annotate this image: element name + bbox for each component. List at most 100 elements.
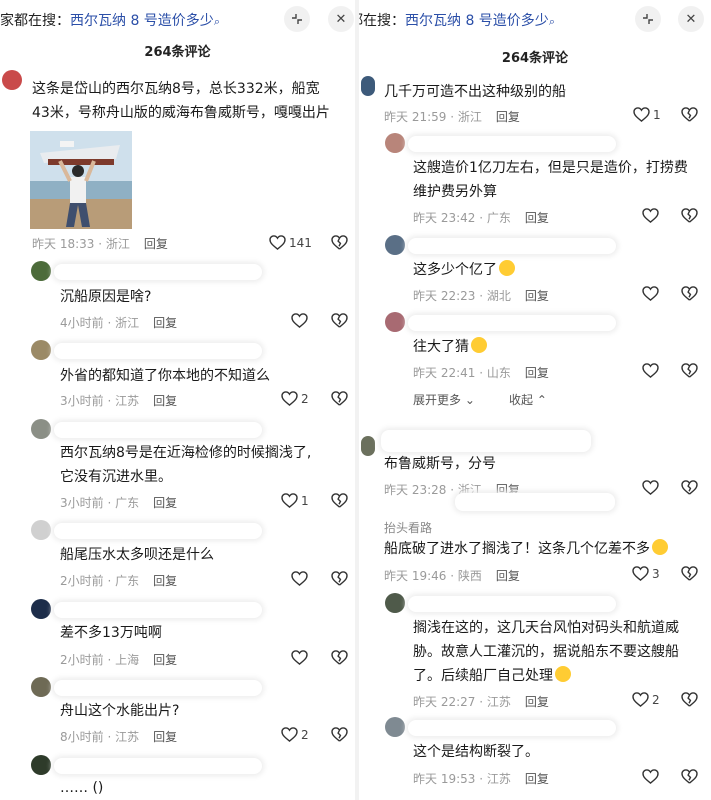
reply-button[interactable]: 回复 — [153, 653, 177, 667]
avatar[interactable] — [385, 593, 405, 613]
avatar[interactable] — [361, 76, 375, 96]
expand-more-button[interactable]: 展开更多 ⌄ — [413, 391, 475, 408]
username-redacted — [455, 493, 615, 511]
heart-icon — [642, 208, 659, 223]
avatar[interactable] — [385, 717, 405, 737]
search-suggestion[interactable]: 家都在搜：西尔瓦纳 8 号造价多少⌕ — [359, 10, 555, 30]
avatar[interactable] — [31, 261, 51, 281]
like-button[interactable]: 3 — [632, 566, 660, 581]
reply-button[interactable]: 回复 — [525, 772, 549, 786]
avatar[interactable] — [31, 520, 51, 540]
reply-button[interactable]: 回复 — [153, 730, 177, 744]
comment-count: 264条评论 — [144, 45, 211, 60]
search-keyword[interactable]: 西尔瓦纳 8 号造价多少 — [70, 13, 214, 29]
username-redacted — [381, 430, 591, 452]
chevron-down-icon: ⌄ — [464, 393, 475, 407]
comment-time: 3小时前 · 广东 — [60, 496, 140, 510]
avatar[interactable] — [385, 312, 405, 332]
laughing-crying-emoji-icon — [499, 260, 515, 276]
comment-image[interactable] — [30, 131, 132, 229]
like-button[interactable]: 2 — [281, 391, 309, 406]
avatar[interactable] — [2, 70, 22, 90]
dislike-button[interactable] — [681, 480, 698, 495]
comments-panel-right: 家都在搜：西尔瓦纳 8 号造价多少⌕ ✕ 264条评论 几千万可造不出这种级别的… — [359, 0, 711, 800]
like-button[interactable]: 1 — [633, 107, 661, 122]
dislike-button[interactable] — [681, 566, 698, 581]
comment-time: 昨天 21:59 · 浙江 — [384, 110, 482, 124]
dislike-button[interactable] — [681, 363, 698, 378]
heart-icon — [632, 566, 649, 581]
chevron-up-icon: ⌃ — [536, 393, 547, 407]
dislike-button[interactable] — [331, 391, 348, 406]
comment-meta: 昨天 18:33 · 浙江 回复 — [32, 235, 168, 252]
like-button[interactable]: 2 — [281, 727, 309, 742]
dislike-button[interactable] — [331, 727, 348, 742]
dislike-button[interactable] — [331, 235, 348, 250]
avatar[interactable] — [385, 235, 405, 255]
like-count: 2 — [301, 391, 309, 406]
reply-button[interactable]: 回复 — [525, 695, 549, 709]
avatar[interactable] — [31, 340, 51, 360]
close-icon[interactable]: ✕ — [678, 6, 704, 32]
search-keyword[interactable]: 西尔瓦纳 8 号造价多少 — [405, 13, 549, 29]
collapse-icon[interactable] — [635, 6, 661, 32]
dislike-button[interactable] — [681, 107, 698, 122]
like-button[interactable]: 1 — [281, 493, 309, 508]
reply-button[interactable]: 回复 — [525, 289, 549, 303]
like-button[interactable] — [642, 480, 659, 495]
avatar[interactable] — [385, 133, 405, 153]
reply-button[interactable]: 回复 — [153, 394, 177, 408]
like-button[interactable]: 2 — [632, 692, 660, 707]
dislike-button[interactable] — [331, 313, 348, 328]
heart-icon — [291, 571, 308, 586]
dislike-button[interactable] — [681, 286, 698, 301]
reply-button[interactable]: 回复 — [144, 237, 168, 251]
reply-button[interactable]: 回复 — [153, 316, 177, 330]
comment-time: 8小时前 · 江苏 — [60, 730, 140, 744]
like-button[interactable] — [642, 363, 659, 378]
comment-time: 4小时前 · 浙江 — [60, 316, 140, 330]
username-redacted — [54, 758, 262, 774]
reply-button[interactable]: 回复 — [153, 496, 177, 510]
dislike-button[interactable] — [331, 493, 348, 508]
collapse-button[interactable]: 收起 ⌃ — [509, 391, 547, 408]
comment-username[interactable]: 抬头看路 — [384, 519, 432, 536]
like-button[interactable] — [642, 769, 659, 784]
avatar[interactable] — [31, 419, 51, 439]
dislike-button[interactable] — [681, 208, 698, 223]
comment-text: 了。后续船厂自己处理 — [413, 664, 571, 688]
like-button[interactable] — [291, 313, 308, 328]
dislike-button[interactable] — [331, 650, 348, 665]
like-button[interactable]: 141 — [269, 235, 312, 250]
like-button[interactable] — [291, 650, 308, 665]
heart-icon — [642, 769, 659, 784]
avatar[interactable] — [31, 755, 51, 775]
reply-button[interactable]: 回复 — [496, 110, 520, 124]
collapse-icon[interactable] — [284, 6, 310, 32]
like-button[interactable] — [642, 286, 659, 301]
heart-icon — [291, 313, 308, 328]
search-suggestion[interactable]: 家都在搜：西尔瓦纳 8 号造价多少⌕ — [0, 10, 220, 30]
comment-meta: 昨天 22:23 · 湖北 回复 — [413, 287, 549, 304]
dislike-button[interactable] — [681, 692, 698, 707]
avatar[interactable] — [31, 599, 51, 619]
avatar[interactable] — [31, 677, 51, 697]
dislike-button[interactable] — [681, 769, 698, 784]
comment-text-span: 这多少个亿了 — [413, 262, 497, 278]
like-button[interactable] — [291, 571, 308, 586]
close-icon[interactable]: ✕ — [328, 6, 354, 32]
broken-heart-icon — [331, 650, 348, 665]
username-redacted — [54, 422, 262, 438]
comment-text: 胁。故意人工灌沉的，据说船东不要这艘船 — [413, 644, 679, 660]
broken-heart-icon — [331, 571, 348, 586]
reply-button[interactable]: 回复 — [525, 366, 549, 380]
expand-more-label: 展开更多 — [413, 393, 462, 407]
reply-button[interactable]: 回复 — [153, 574, 177, 588]
reply-button[interactable]: 回复 — [496, 569, 520, 583]
broken-heart-icon — [681, 107, 698, 122]
broken-heart-icon — [331, 235, 348, 250]
like-button[interactable] — [642, 208, 659, 223]
reply-button[interactable]: 回复 — [525, 211, 549, 225]
dislike-button[interactable] — [331, 571, 348, 586]
avatar[interactable] — [361, 436, 375, 456]
